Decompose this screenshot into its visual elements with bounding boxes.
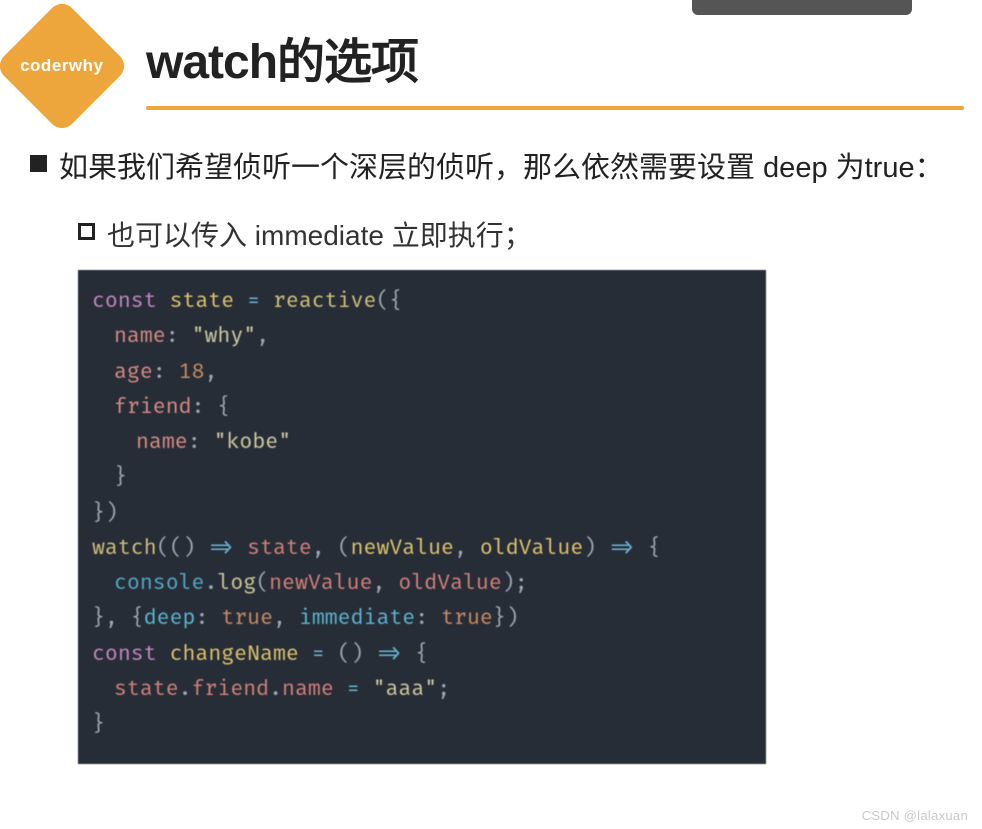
bullet-level-2: 也可以传入 immediate 立即执行；: [78, 214, 952, 254]
top-border-badge: [692, 0, 912, 15]
code-line: watch(() => state, (newValue, oldValue) …: [92, 531, 752, 566]
code-line: age: 18,: [92, 355, 752, 390]
slide-header: coderwhy watch的选项: [0, 0, 982, 114]
code-line: const state = reactive({: [92, 284, 752, 319]
code-line: console.log(newValue, oldValue);: [92, 566, 752, 601]
code-line: }, {deep: true, immediate: true}): [92, 601, 752, 636]
title-wrap: watch的选项: [146, 22, 982, 110]
code-line: friend: {: [92, 390, 752, 425]
watermark: CSDN @lalaxuan: [862, 808, 968, 823]
code-line: state.friend.name = "aaa";: [92, 672, 752, 707]
title-underline: [146, 106, 964, 110]
brand-logo: coderwhy: [0, 0, 130, 134]
bullet-level-1-text: 如果我们希望侦听一个深层的侦听，那么依然需要设置 deep 为true：: [59, 144, 944, 186]
code-line: name: "why",: [92, 319, 752, 354]
slide-content: 如果我们希望侦听一个深层的侦听，那么依然需要设置 deep 为true： 也可以…: [0, 124, 982, 764]
bullet-icon-hollow: [78, 223, 95, 240]
bullet-level-1: 如果我们希望侦听一个深层的侦听，那么依然需要设置 deep 为true：: [30, 144, 952, 186]
code-line: name: "kobe": [92, 425, 752, 460]
code-line: }: [92, 707, 752, 742]
code-block: const state = reactive({name: "why",age:…: [78, 270, 766, 764]
bullet-level-2-text: 也可以传入 immediate 立即执行；: [107, 214, 532, 254]
brand-logo-text: coderwhy: [20, 56, 103, 76]
code-line: }: [92, 460, 752, 495]
page-title: watch的选项: [146, 22, 964, 92]
code-line: }): [92, 496, 752, 531]
bullet-icon-filled: [30, 155, 47, 172]
code-line: const changeName = () => {: [92, 637, 752, 672]
